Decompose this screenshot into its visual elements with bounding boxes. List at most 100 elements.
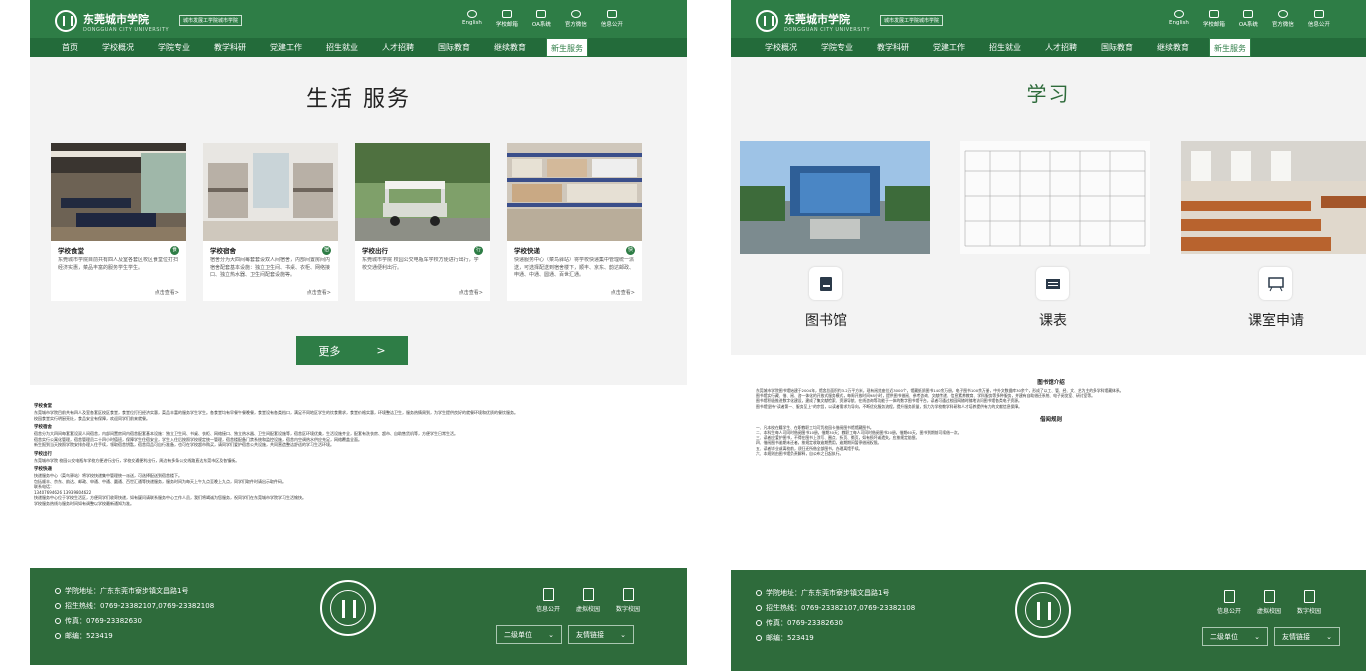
english-link[interactable]: English <box>462 10 482 28</box>
library-photo[interactable] <box>740 141 930 254</box>
footer-address: 学院地址：广东东莞市寮步镇文昌路1号 <box>766 589 890 597</box>
library-article: 图书馆介绍 东莞城市学院图书馆始建于2004年，馆舍总面积约3.2万平方米，现有… <box>756 376 1346 456</box>
express-illustration <box>507 143 642 241</box>
oa-link[interactable]: OA系统 <box>1239 10 1258 28</box>
mail-icon <box>756 635 762 641</box>
article-section-title: 学校快递 <box>34 467 52 472</box>
wechat-link[interactable]: 官方微信 <box>1272 10 1294 28</box>
card-more-link[interactable]: 点击查看> <box>203 287 338 298</box>
nav-international[interactable]: 国际教育 <box>434 38 474 57</box>
classroom-photo[interactable] <box>1181 141 1366 254</box>
nav-majors[interactable]: 学院专业 <box>817 38 857 57</box>
school-name: 东莞城市学院 <box>784 13 850 26</box>
schedule-photo[interactable] <box>960 141 1150 254</box>
footer-selects: 二级单位 ⌄ 友情链接 ⌄ <box>496 625 634 644</box>
nav-research[interactable]: 教学科研 <box>873 38 913 57</box>
express-card[interactable]: 学校快递 快 快递服务中心（菜鸟驿站）将学校快递集中管理统一派送，可选择配送到宿舍… <box>507 143 642 301</box>
study-page: 东莞城市学院 DONGGUAN CITY UNIVERSITY 城市发展工学院城… <box>731 0 1366 671</box>
school-logo[interactable]: 东莞城市学院 DONGGUAN CITY UNIVERSITY 城市发展工学院城… <box>756 8 944 33</box>
chevron-down-icon: ⌄ <box>1326 632 1332 641</box>
card-title: 学校宿舍 <box>210 247 236 255</box>
nav-party[interactable]: 党建工作 <box>266 38 306 57</box>
nav-continuing[interactable]: 继续教育 <box>490 38 530 57</box>
main-nav: 学校概况 学院专业 教学科研 党建工作 招生就业 人才招聘 国际教育 继续教育 … <box>731 38 1366 57</box>
virtual-campus-link[interactable]: 虚拟校园 <box>1257 590 1281 615</box>
article-section-title: 学校出行 <box>34 451 52 457</box>
library-label[interactable]: 图书馆 <box>766 310 886 330</box>
nav-continuing[interactable]: 继续教育 <box>1153 38 1193 57</box>
map-icon <box>1263 590 1275 603</box>
canteen-card[interactable]: 学校食堂 食 东莞城市学院目前共有四人及室各套区校区食堂位打扫经济实惠，菜品丰富的… <box>51 143 186 301</box>
section-title: 学习 <box>1026 82 1071 106</box>
nav-majors[interactable]: 学院专业 <box>154 38 194 57</box>
wechat-link[interactable]: 官方微信 <box>565 10 587 28</box>
school-tagline: 城市发展工学院城市学院 <box>179 15 243 26</box>
utility-links: English 学校邮箱 OA系统 官方微信 信息公开 <box>462 10 623 28</box>
dormitory-photo <box>203 143 338 241</box>
nav-about[interactable]: 学校概况 <box>98 38 138 57</box>
footer-address: 学院地址：广东东莞市寮步镇文昌路1号 <box>65 587 189 595</box>
article-line: 学校服务热线与服务时间如有调整以学校最新通知为准。 <box>34 500 134 506</box>
secondary-unit-select[interactable]: 二级单位 ⌄ <box>496 625 562 644</box>
article-line: 新生报到当天按照学院安排办理入住手续，领取宿舍钥匙，宿舍用品可自行准备，也可在学… <box>34 442 334 447</box>
card-title: 学校食堂 <box>58 247 84 255</box>
oa-link[interactable]: OA系统 <box>532 10 551 28</box>
info-public-link[interactable]: 信息公开 <box>536 588 560 613</box>
location-icon <box>55 588 61 594</box>
digital-campus-link[interactable]: 数字校园 <box>1297 590 1321 615</box>
schedule-table-illustration <box>960 141 1150 254</box>
chevron-right-icon: > <box>376 344 386 357</box>
footer: 学院地址：广东东莞市寮步镇文昌路1号 招生热线：0769-23382107,07… <box>731 570 1366 671</box>
card-more-link[interactable]: 点击查看> <box>507 287 642 298</box>
nav-home[interactable]: 首页 <box>58 38 82 57</box>
dormitory-illustration <box>203 143 338 241</box>
library-illustration <box>740 141 930 254</box>
footer-fax: 传真：0769-23382630 <box>65 617 142 625</box>
card-more-link[interactable]: 点击查看> <box>355 287 490 298</box>
friend-link-select[interactable]: 友情链接 ⌄ <box>1274 627 1340 646</box>
schedule-icon[interactable] <box>1036 267 1069 300</box>
article-title: 图书馆介绍 <box>1037 380 1065 386</box>
nav-recruit[interactable]: 人才招聘 <box>1041 38 1081 57</box>
nav-freshman[interactable]: 新生服务 <box>1209 38 1251 57</box>
article-line: 校园食堂实行明厨亮灶，食品安全有保障，欢迎同学们前来就餐。 <box>34 415 150 421</box>
transport-card[interactable]: 学校出行 行 东莞城市学院 校园公交电瓶车学校方便进行出行，学校交通便利出行。 点… <box>355 143 490 301</box>
nav-admission[interactable]: 招生就业 <box>322 38 362 57</box>
more-button[interactable]: 更多 > <box>296 336 408 365</box>
card-title: 学校出行 <box>362 247 388 255</box>
info-link[interactable]: 信息公开 <box>1308 10 1330 28</box>
nav-international[interactable]: 国际教育 <box>1097 38 1137 57</box>
phone-icon <box>55 603 61 609</box>
nav-freshman[interactable]: 新生服务 <box>546 38 588 57</box>
secondary-unit-select[interactable]: 二级单位 ⌄ <box>1202 627 1268 646</box>
nav-admission[interactable]: 招生就业 <box>985 38 1025 57</box>
library-icon[interactable] <box>809 267 842 300</box>
footer-selects: 二级单位 ⌄ 友情链接 ⌄ <box>1202 627 1340 646</box>
transport-photo <box>355 143 490 241</box>
friend-link-select[interactable]: 友情链接 ⌄ <box>568 625 634 644</box>
classroom-label[interactable]: 课室申请 <box>1216 310 1336 330</box>
schedule-label[interactable]: 课表 <box>993 310 1113 330</box>
virtual-campus-link[interactable]: 虚拟校园 <box>576 588 600 613</box>
footer-postcode: 邮编：523419 <box>65 632 113 640</box>
dormitory-card[interactable]: 学校宿舍 宿 宿舍分为大四间每套套设双人间宿舍，内部间置房间内宿舍配套基本设施：独… <box>203 143 338 301</box>
footer: 学院地址：广东东莞市寮步镇文昌路1号 招生热线：0769-23382107,07… <box>30 568 687 665</box>
nav-about[interactable]: 学校概况 <box>761 38 801 57</box>
classroom-icon[interactable] <box>1259 267 1292 300</box>
info-link[interactable]: 信息公开 <box>601 10 623 28</box>
seal-glyph-icon <box>1037 602 1051 620</box>
school-logo[interactable]: 东莞城市学院 DONGGUAN CITY UNIVERSITY 城市发展工学院城… <box>55 8 243 33</box>
nav-research[interactable]: 教学科研 <box>210 38 250 57</box>
nav-party[interactable]: 党建工作 <box>929 38 969 57</box>
mail-icon <box>55 633 61 639</box>
email-link[interactable]: 学校邮箱 <box>496 10 518 28</box>
english-link[interactable]: English <box>1169 10 1189 28</box>
mail-icon <box>1208 10 1219 18</box>
nav-recruit[interactable]: 人才招聘 <box>378 38 418 57</box>
chevron-down-icon: ⌄ <box>1254 632 1260 641</box>
email-link[interactable]: 学校邮箱 <box>1203 10 1225 28</box>
top-bar: 东莞城市学院 DONGGUAN CITY UNIVERSITY 城市发展工学院城… <box>731 0 1366 38</box>
card-more-link[interactable]: 点击查看> <box>51 287 186 298</box>
digital-campus-link[interactable]: 数字校园 <box>616 588 640 613</box>
info-public-link[interactable]: 信息公开 <box>1217 590 1241 615</box>
